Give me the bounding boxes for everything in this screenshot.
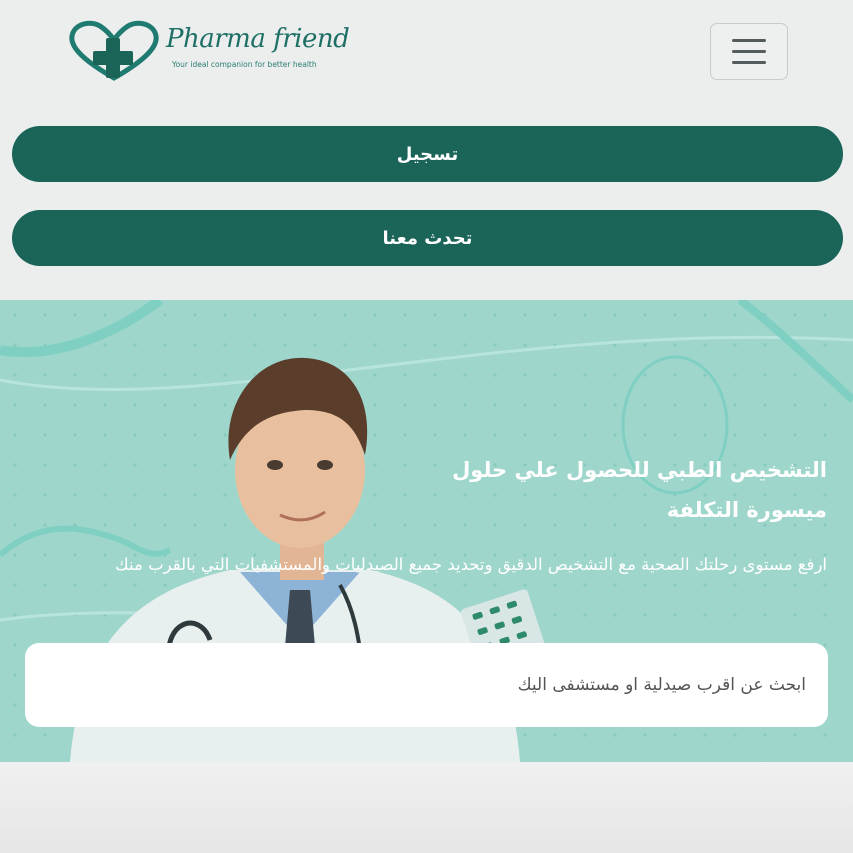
search-input[interactable]: [25, 643, 828, 727]
logo-tagline: Your ideal companion for better health: [172, 60, 317, 69]
logo[interactable]: Pharma friend Your ideal companion for b…: [66, 18, 350, 84]
hero-title: التشخيص الطبي للحصول علي حلول ميسورة الت…: [452, 458, 827, 522]
header: Pharma friend Your ideal companion for b…: [0, 0, 853, 105]
content-area: [0, 762, 853, 853]
menu-button[interactable]: [710, 23, 788, 80]
heart-cross-logo-icon: [69, 20, 159, 81]
logo-name: Pharma friend: [166, 24, 350, 54]
hamburger-menu-icon: [732, 39, 766, 42]
register-button[interactable]: تسجيل: [12, 126, 843, 182]
hero-subtitle: ارفع مستوى رحلتك الصحية مع التشخيص الدقي…: [115, 555, 827, 574]
chat-with-us-button[interactable]: تحدث معنا: [12, 210, 843, 266]
hero-section: التشخيص الطبي للحصول علي حلول ميسورة الت…: [0, 300, 853, 762]
